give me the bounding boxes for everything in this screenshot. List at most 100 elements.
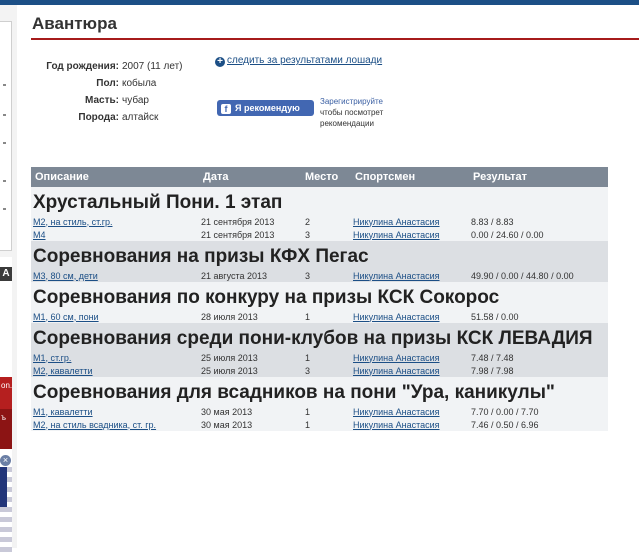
date-cell: 21 сентября 2013: [199, 228, 301, 241]
info-value: алтайск: [122, 112, 159, 123]
table-row: М2, на стиль всадника, ст. гр. 30 мая 201…: [31, 418, 608, 431]
ad-close-icon[interactable]: ×: [0, 455, 11, 466]
ad-text-dot: [3, 114, 6, 116]
rider-link[interactable]: Никулина Анастасия: [353, 407, 440, 417]
left-ad-column: A on. ъ ×: [0, 5, 17, 553]
rider-link[interactable]: Никулина Анастасия: [353, 420, 440, 430]
class-link[interactable]: М1, кавалетти: [33, 407, 93, 417]
result-cell: 7.70 / 0.00 / 7.70: [469, 405, 608, 418]
ad-text: ъ: [1, 413, 6, 422]
class-link[interactable]: М2, на стиль, ст.гр.: [33, 217, 112, 227]
date-cell: 21 августа 2013: [199, 269, 301, 282]
rider-link[interactable]: Никулина Анастасия: [353, 353, 440, 363]
class-link[interactable]: М2, кавалетти: [33, 366, 93, 376]
result-cell: 0.00 / 24.60 / 0.00: [469, 228, 608, 241]
place-cell: 3: [301, 269, 351, 282]
class-cell: М2, на стиль всадника, ст. гр.: [31, 418, 199, 431]
info-label: Порода:: [78, 112, 119, 123]
facebook-button-label: Я рекомендую: [235, 103, 300, 113]
header-place: Место: [301, 167, 351, 187]
rider-link[interactable]: Никулина Анастасия: [353, 217, 440, 227]
date-cell: 25 июля 2013: [199, 364, 301, 377]
rider-link[interactable]: Никулина Анастасия: [353, 271, 440, 281]
ad-banner-top[interactable]: [0, 21, 12, 251]
competition-title: Хрустальный Пони. 1 этап: [31, 187, 608, 215]
facebook-note-text: чтобы посмотрет рекомендации: [320, 108, 384, 128]
rider-link[interactable]: Никулина Анастасия: [353, 312, 440, 322]
class-cell: М2, кавалетти: [31, 364, 199, 377]
ad-text-dot: [3, 180, 6, 182]
facebook-note: Зарегистрируйте чтобы посмотрет рекоменд…: [320, 96, 410, 129]
rider-cell: Никулина Анастасия: [351, 269, 469, 282]
date-cell: 21 сентября 2013: [199, 215, 301, 228]
header-rider: Спортсмен: [351, 167, 469, 187]
place-cell: 2: [301, 215, 351, 228]
info-row-breed: Порода: алтайск: [31, 109, 221, 126]
place-cell: 1: [301, 310, 351, 323]
top-navigation-bar: [0, 0, 639, 5]
header-description: Описание: [31, 167, 199, 187]
class-link[interactable]: М3, 80 см, дети: [33, 271, 98, 281]
info-label: Масть:: [85, 95, 119, 106]
plus-icon[interactable]: +: [215, 57, 225, 67]
info-row-birth: Год рождения: 2007 (11 лет): [31, 58, 221, 75]
ad-dark-red-block: ъ: [0, 409, 12, 449]
results-body: Хрустальный Пони. 1 этап М2, на стиль, ст…: [31, 187, 608, 431]
info-row-sex: Пол: кобыла: [31, 75, 221, 92]
ad-text-dot: [3, 84, 6, 86]
ad-text-dot: [3, 142, 6, 144]
class-link[interactable]: М2, на стиль всадника, ст. гр.: [33, 420, 156, 430]
table-row: М1, кавалетти 30 мая 2013 1 Никулина Анаста…: [31, 405, 608, 418]
competition-title: Соревнования по конкуру на призы КСК Сок…: [31, 282, 608, 310]
table-row: М4 21 сентября 2013 3 Никулина Анастасия 0.0…: [31, 228, 608, 241]
info-value: кобыла: [122, 78, 157, 89]
rider-link[interactable]: Никулина Анастасия: [353, 366, 440, 376]
place-cell: 3: [301, 228, 351, 241]
class-cell: М3, 80 см, дети: [31, 269, 199, 282]
ad-badge: A: [0, 267, 12, 281]
result-cell: 7.46 / 0.50 / 6.96: [469, 418, 608, 431]
ad-text: on.: [1, 381, 12, 390]
header-date: Дата: [199, 167, 301, 187]
rider-cell: Никулина Анастасия: [351, 405, 469, 418]
class-cell: М1, ст.гр.: [31, 351, 199, 364]
class-cell: М1, кавалетти: [31, 405, 199, 418]
rider-cell: Никулина Анастасия: [351, 418, 469, 431]
class-link[interactable]: М1, 60 см, пони: [33, 312, 99, 322]
competition-title: Соревнования на призы КФХ Пегас: [31, 241, 608, 269]
rider-cell: Никулина Анастасия: [351, 215, 469, 228]
class-cell: М1, 60 см, пони: [31, 310, 199, 323]
table-row: М2, на стиль, ст.гр. 21 сентября 2013 2 Ник…: [31, 215, 608, 228]
place-cell: 1: [301, 405, 351, 418]
class-link[interactable]: М1, ст.гр.: [33, 353, 71, 363]
result-cell: 7.48 / 7.48: [469, 351, 608, 364]
table-row: М1, 60 см, пони 28 июля 2013 1 Никулина Ана…: [31, 310, 608, 323]
rider-link[interactable]: Никулина Анастасия: [353, 230, 440, 240]
table-row: М1, ст.гр. 25 июля 2013 1 Никулина Анастаси…: [31, 351, 608, 364]
register-link[interactable]: Зарегистрируйте: [320, 97, 383, 106]
table-row: М2, кавалетти 25 июля 2013 3 Никулина Анаст…: [31, 364, 608, 377]
facebook-recommend-button[interactable]: f Я рекомендую: [217, 100, 314, 116]
class-link[interactable]: М4: [33, 230, 46, 240]
rider-cell: Никулина Анастасия: [351, 310, 469, 323]
competition-row: Соревнования на призы КФХ Пегас: [31, 241, 608, 269]
follow-results: + следить за результатами лошади: [215, 55, 382, 67]
place-cell: 3: [301, 364, 351, 377]
ad-banner-bottom[interactable]: A on. ъ ×: [0, 257, 12, 553]
competition-title: Соревнования для всадников на пони "Ура,…: [31, 377, 608, 405]
class-cell: М4: [31, 228, 199, 241]
date-cell: 30 мая 2013: [199, 405, 301, 418]
competition-row: Соревнования среди пони-клубов на призы …: [31, 323, 608, 351]
competition-row: Соревнования по конкуру на призы КСК Сок…: [31, 282, 608, 310]
result-cell: 49.90 / 0.00 / 44.80 / 0.00: [469, 269, 608, 282]
info-label: Год рождения:: [46, 61, 119, 72]
info-row-color: Масть: чубар: [31, 92, 221, 109]
place-cell: 1: [301, 418, 351, 431]
rider-cell: Никулина Анастасия: [351, 351, 469, 364]
date-cell: 25 июля 2013: [199, 351, 301, 364]
main-content: Авантюра Год рождения: 2007 (11 лет) Пол…: [31, 10, 639, 431]
header-result: Результат: [469, 167, 608, 187]
place-cell: 1: [301, 351, 351, 364]
horse-info: Год рождения: 2007 (11 лет) Пол: кобыла …: [31, 58, 221, 126]
follow-results-link[interactable]: следить за результатами лошади: [227, 55, 382, 66]
